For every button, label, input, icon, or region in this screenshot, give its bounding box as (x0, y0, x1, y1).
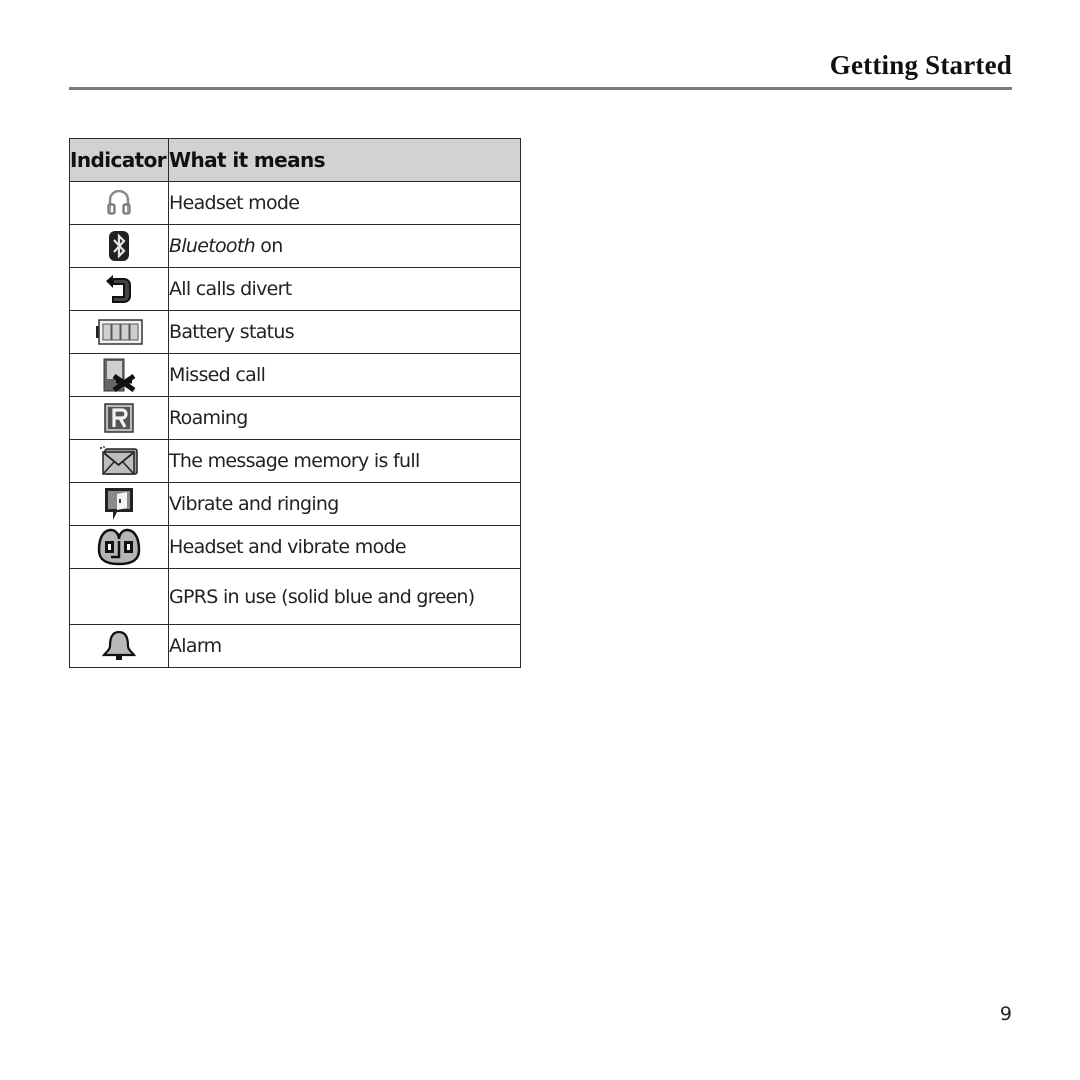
alarm-icon (102, 630, 136, 662)
bluetooth-term: Bluetooth (169, 235, 256, 257)
page-number: 9 (999, 1003, 1012, 1025)
row-meaning: Battery status (168, 310, 521, 354)
roaming-icon (104, 403, 134, 433)
column-header-meaning: What it means (168, 138, 521, 182)
table-row: Bluetooth on (69, 224, 521, 268)
table-header-row: Indicator What it means (69, 138, 521, 182)
row-meaning: Missed call (168, 353, 521, 397)
headset-vibrate-icon (96, 528, 142, 566)
vibrate-ring-icon (103, 486, 135, 522)
bluetooth-suffix: on (254, 235, 283, 257)
call-divert-icon (104, 274, 134, 304)
bluetooth-icon (108, 230, 130, 262)
row-meaning: Headset and vibrate mode (168, 525, 521, 569)
indicator-table: Indicator What it means Headset mode Blu… (69, 138, 521, 668)
table-row: Alarm (69, 624, 521, 668)
table-row: Headset mode (69, 181, 521, 225)
header-rule (69, 87, 1012, 90)
row-meaning: Vibrate and ringing (168, 482, 521, 526)
headset-icon (106, 190, 132, 216)
row-meaning: Headset mode (168, 181, 521, 225)
table-row: Roaming (69, 396, 521, 440)
message-full-icon (99, 446, 139, 476)
table-row: Vibrate and ringing (69, 482, 521, 526)
table-row: All calls divert (69, 267, 521, 311)
table-row: GPRS in use (solid blue and green) (69, 568, 521, 625)
row-meaning: The message memory is full (168, 439, 521, 483)
table-row: Headset and vibrate mode (69, 525, 521, 569)
row-meaning: All calls divert (168, 267, 521, 311)
gprs-icon-cell (69, 568, 169, 625)
missed-call-icon (102, 358, 136, 392)
section-title: Getting Started (829, 50, 1012, 80)
column-header-indicator: Indicator (69, 138, 169, 182)
row-meaning: Bluetooth on (168, 224, 521, 268)
row-meaning: GPRS in use (solid blue and green) (168, 568, 521, 625)
battery-icon (95, 319, 143, 345)
table-row: Battery status (69, 310, 521, 354)
row-meaning: Alarm (168, 624, 521, 668)
row-meaning: Roaming (168, 396, 521, 440)
table-row: Missed call (69, 353, 521, 397)
table-row: The message memory is full (69, 439, 521, 483)
